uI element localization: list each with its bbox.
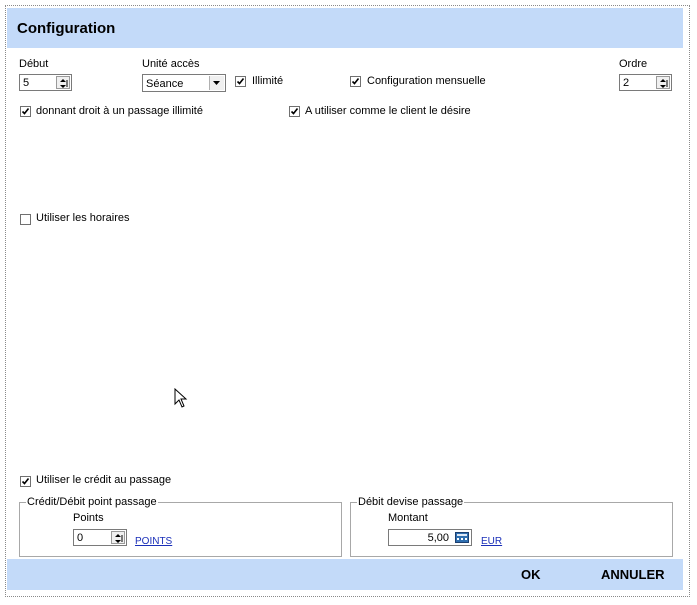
checkmark-icon <box>21 478 30 485</box>
ok-button[interactable]: OK <box>521 567 541 582</box>
illimite-checkbox[interactable] <box>235 76 246 87</box>
cancel-button[interactable]: ANNULER <box>601 567 665 582</box>
config-mensuelle-label: Configuration mensuelle <box>367 75 486 87</box>
utiliser-client-label: A utiliser comme le client le désire <box>305 105 471 117</box>
illimite-label: Illimité <box>252 75 284 87</box>
checkmark-icon <box>236 78 245 85</box>
unite-acces-label: Unité accès <box>142 58 200 70</box>
checkmark-icon <box>21 108 30 115</box>
utiliser-horaires-checkbox[interactable] <box>20 214 31 225</box>
utiliser-client-checkbox[interactable] <box>289 106 300 117</box>
checkmark-icon <box>290 108 299 115</box>
credit-debit-group <box>19 502 342 557</box>
unite-acces-select[interactable]: Séance <box>142 74 226 92</box>
unite-acces-value: Séance <box>146 78 184 90</box>
mouse-cursor-icon <box>174 388 188 408</box>
ordre-spinner[interactable]: 2 <box>619 74 672 91</box>
dropdown-arrow-icon[interactable] <box>209 76 224 90</box>
footer-bar: OK ANNULER <box>7 559 683 590</box>
spinner-icon[interactable] <box>111 531 125 544</box>
currency-link[interactable]: EUR <box>481 536 502 547</box>
utiliser-credit-label: Utiliser le crédit au passage <box>36 474 172 486</box>
montant-value: 5,00 <box>427 532 449 544</box>
checkmark-icon <box>351 78 360 85</box>
points-spinner[interactable]: 0 <box>73 529 127 546</box>
utiliser-horaires-label: Utiliser les horaires <box>36 212 130 224</box>
ordre-label: Ordre <box>619 58 648 70</box>
droit-illimite-checkbox[interactable] <box>20 106 31 117</box>
debit-devise-title: Débit devise passage <box>357 496 465 508</box>
points-label: Points <box>73 512 104 524</box>
credit-debit-title: Crédit/Débit point passage <box>26 496 158 508</box>
utiliser-credit-checkbox[interactable] <box>20 476 31 487</box>
montant-label: Montant <box>388 512 428 524</box>
spinner-icon[interactable] <box>656 76 670 89</box>
dialog-title: Configuration <box>17 20 116 37</box>
debut-value: 5 <box>23 77 30 89</box>
debut-spinner[interactable]: 5 <box>19 74 72 91</box>
debut-label: Début <box>19 58 49 70</box>
ordre-value: 2 <box>623 77 630 89</box>
calculator-icon[interactable] <box>455 532 469 543</box>
title-bar: Configuration <box>7 8 683 48</box>
points-value: 0 <box>77 532 84 544</box>
config-mensuelle-checkbox[interactable] <box>350 76 361 87</box>
spinner-icon[interactable] <box>56 76 70 89</box>
points-unit-link[interactable]: POINTS <box>135 536 172 547</box>
droit-illimite-label: donnant droit à un passage illimité <box>36 105 203 117</box>
montant-field[interactable]: 5,00 <box>388 529 472 546</box>
